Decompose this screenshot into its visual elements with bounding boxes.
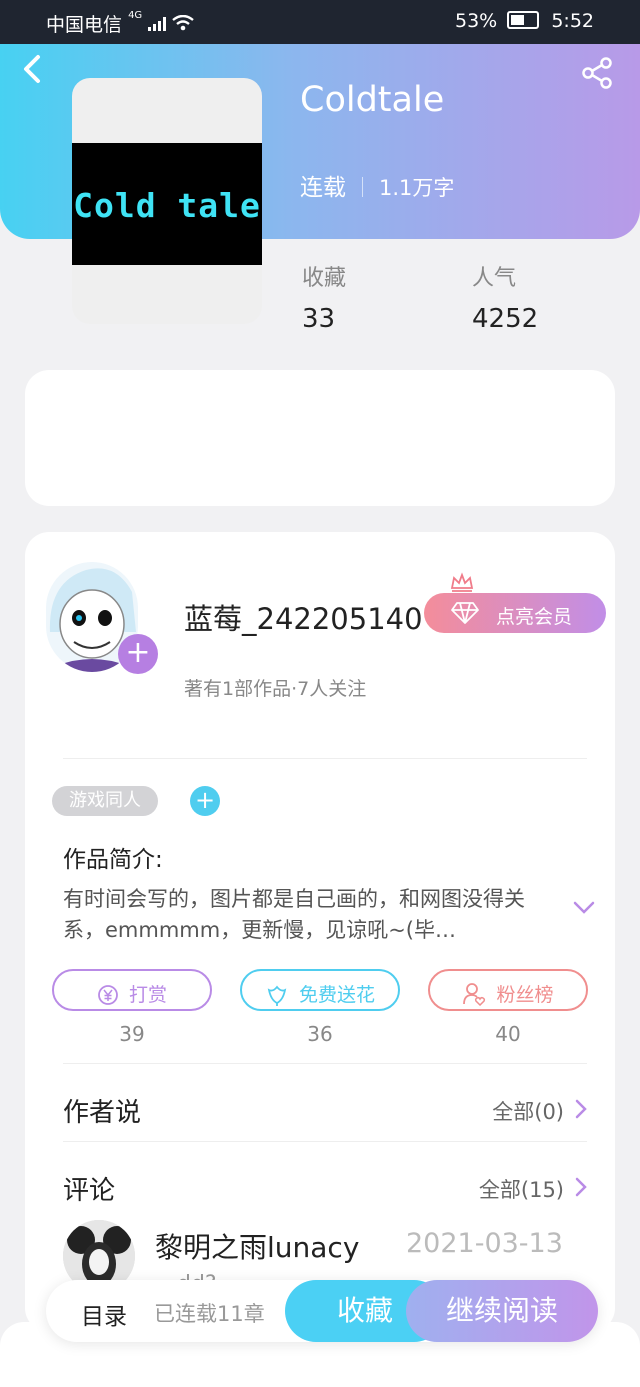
intro-title: 作品简介:	[63, 847, 163, 873]
wifi-icon	[172, 14, 195, 36]
free-flower-count: 36	[307, 1022, 333, 1046]
fan-ranking-button[interactable]: 粉丝榜	[428, 969, 588, 1011]
divider	[63, 758, 587, 759]
fan-ranking-label: 粉丝榜	[496, 984, 554, 1006]
divider	[63, 1063, 587, 1064]
chapter-count: 已连载11章	[154, 1302, 265, 1326]
word-count: 1.1万字	[379, 176, 455, 200]
comments-title: 评论	[63, 1176, 116, 1206]
commenter-name[interactable]: 黎明之雨lunacy	[155, 1226, 359, 1266]
banner-card	[25, 370, 615, 506]
popularity-label: 人气	[472, 266, 517, 291]
continue-reading-button[interactable]: 继续阅读	[406, 1280, 598, 1342]
serial-status: 连载	[300, 175, 346, 201]
yuan-coin-icon	[98, 985, 118, 1005]
clock: 5:52	[551, 10, 594, 32]
network-label: 4G	[128, 10, 143, 21]
signal-icon	[148, 14, 172, 36]
divider	[63, 1141, 587, 1142]
free-flower-button[interactable]: 免费送花	[240, 969, 400, 1011]
vip-button-label: 点亮会员	[496, 606, 573, 628]
author-says-all-link[interactable]: 全部(0)	[492, 1096, 564, 1126]
author-meta: 著有1部作品·7人关注	[184, 678, 367, 700]
book-status: 连载 1.1万字	[300, 168, 454, 202]
vip-button[interactable]: 点亮会员	[424, 593, 606, 633]
flower-icon	[267, 985, 287, 1006]
carrier-label: 中国电信	[46, 14, 123, 36]
chevron-down-icon	[573, 901, 595, 914]
user-heart-icon	[463, 983, 486, 1007]
comments-all-link[interactable]: 全部(15)	[479, 1174, 564, 1204]
tag-game-fanfic[interactable]: 游戏同人	[52, 786, 158, 816]
expand-intro-button[interactable]	[572, 900, 596, 920]
cover-title: Cold tale	[73, 186, 261, 225]
follow-author-button[interactable]: +	[118, 634, 158, 674]
author-name[interactable]: 蓝莓_242205140	[184, 596, 423, 638]
toc-button[interactable]: 目录	[81, 1297, 127, 1331]
free-flower-label: 免费送花	[298, 984, 375, 1006]
book-title: Coldtale	[300, 80, 445, 120]
comment-date: 2021-03-13	[406, 1228, 563, 1259]
diamond-icon	[451, 602, 479, 624]
chevron-right-icon[interactable]	[574, 1176, 588, 1202]
favorites-value: 33	[302, 304, 336, 334]
favorites-label: 收藏	[302, 266, 347, 291]
fan-ranking-count: 40	[495, 1022, 521, 1046]
share-button[interactable]	[580, 56, 616, 92]
popularity-value: 4252	[472, 304, 539, 334]
tip-label: 打赏	[128, 984, 167, 1006]
book-cover[interactable]: Cold tale	[72, 78, 262, 324]
status-bar: 中国电信 4G 53% 5:52	[0, 0, 640, 44]
chevron-left-icon	[24, 55, 40, 83]
share-icon	[582, 57, 612, 89]
tip-count: 39	[119, 1022, 145, 1046]
tip-button[interactable]: 打赏	[52, 969, 212, 1011]
battery-percent: 53%	[455, 10, 498, 32]
add-tag-button[interactable]: +	[190, 786, 220, 816]
author-says-title: 作者说	[63, 1098, 142, 1128]
battery-icon	[507, 11, 540, 29]
intro-text: 有时间会写的，图片都是自己画的，和网图没得关系，emmmmm，更新慢，见谅吼~(…	[63, 887, 525, 942]
chevron-right-icon[interactable]	[574, 1098, 588, 1124]
back-button[interactable]	[22, 54, 42, 90]
